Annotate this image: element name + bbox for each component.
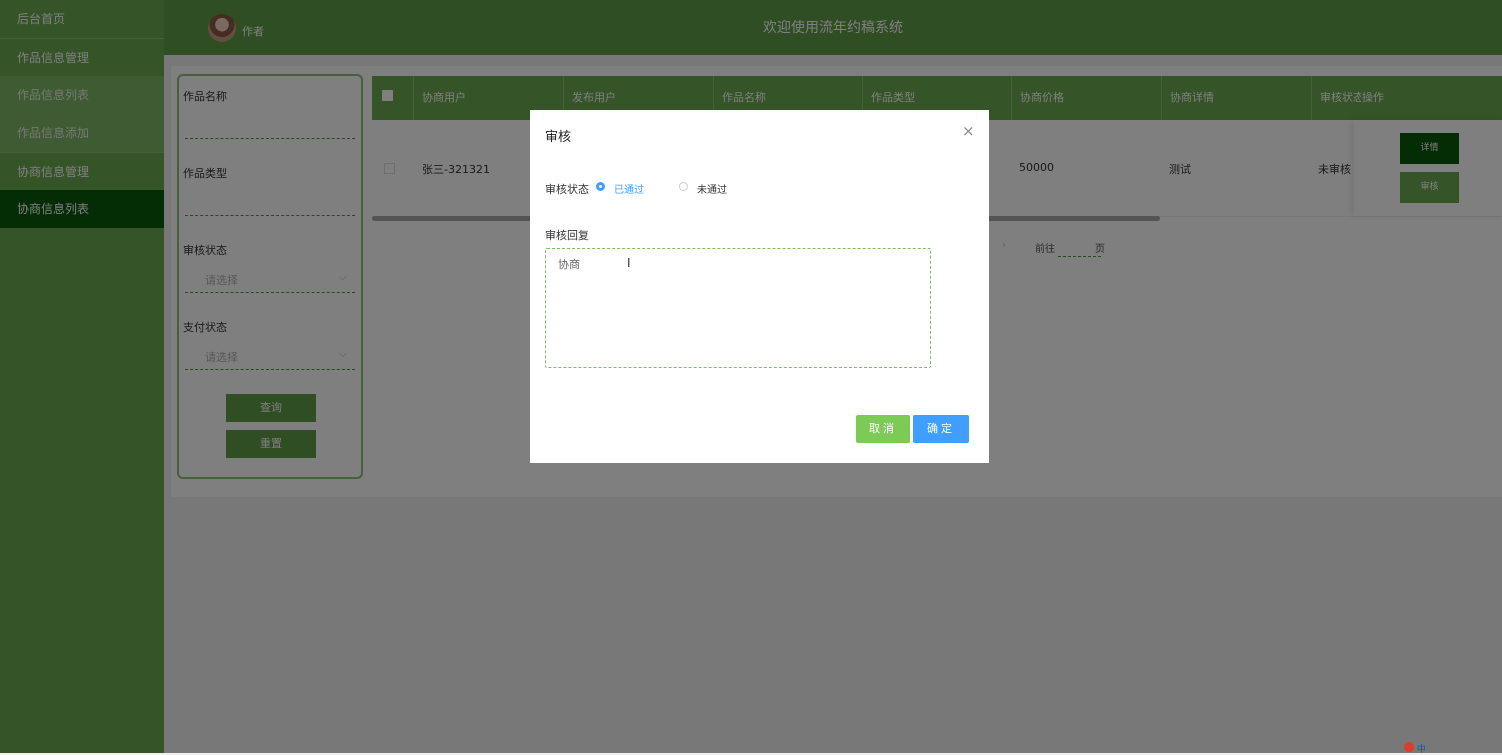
radio-pass[interactable] <box>596 182 605 191</box>
radio-fail-label[interactable]: 未通过 <box>697 181 727 196</box>
radio-pass-label[interactable]: 已通过 <box>614 181 644 196</box>
ime-logo-icon <box>1404 742 1414 752</box>
review-dialog: 审核 × 审核状态 已通过 未通过 审核回复 协商 I 取消 确定 <box>530 110 989 463</box>
ime-toolbar[interactable]: 中 <box>1404 742 1502 755</box>
confirm-button[interactable]: 确定 <box>913 415 969 443</box>
close-icon[interactable]: × <box>962 122 975 140</box>
review-reply-textarea[interactable]: 协商 <box>545 248 931 368</box>
review-status-label: 审核状态 <box>545 183 589 196</box>
text-cursor-icon: I <box>627 256 631 270</box>
radio-fail[interactable] <box>679 182 688 191</box>
dialog-title: 审核 <box>545 130 572 145</box>
ime-mode-label[interactable]: 中 <box>1417 745 1426 755</box>
review-reply-label: 审核回复 <box>545 229 589 242</box>
cancel-button[interactable]: 取消 <box>856 415 910 443</box>
